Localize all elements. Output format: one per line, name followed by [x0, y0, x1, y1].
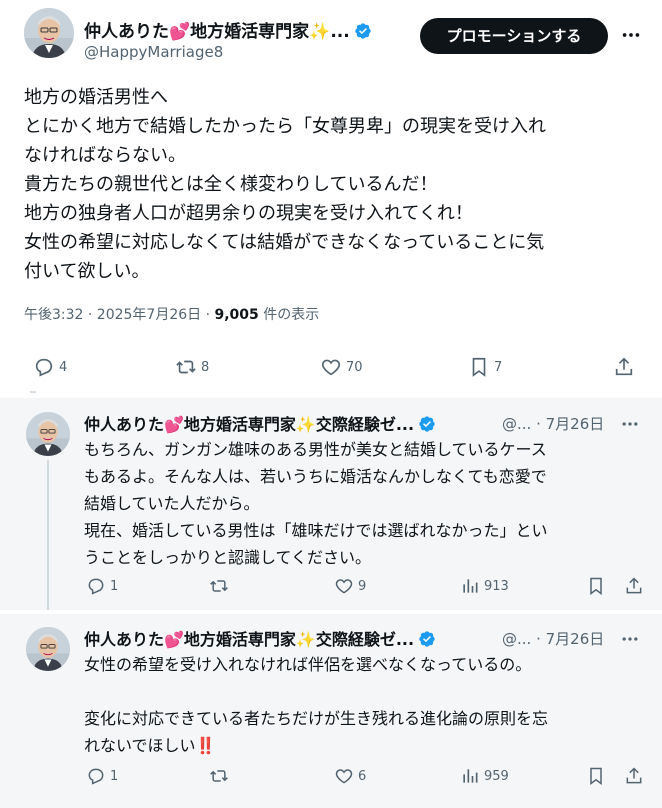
repost-button[interactable]	[209, 576, 229, 596]
share-button[interactable]	[624, 766, 644, 786]
author-name[interactable]: 仲人ありた💕地方婚活専門家✨...	[84, 17, 372, 42]
repost-icon	[176, 360, 196, 374]
post-text-line: 地方の独身者人口が超男余りの現実を受け入れてくれ！	[24, 203, 473, 224]
heart-icon	[321, 359, 341, 376]
heart-icon	[335, 769, 353, 784]
like-button[interactable]: 70	[320, 356, 363, 378]
reply-icon	[88, 768, 104, 785]
view-count: 9,005	[214, 307, 259, 323]
reply-text-line: 女性の希望を受け入れなければ伴侶を選べなくなっているの。	[84, 655, 532, 674]
post-text-line: 地方の婚活男性へ	[24, 87, 168, 108]
share-icon	[626, 577, 642, 594]
reply-text-line: うことをしっかりと認識してください。	[84, 548, 372, 567]
verified-badge-icon	[418, 415, 436, 433]
share-icon	[615, 357, 633, 376]
verified-badge-icon	[354, 22, 372, 40]
share-button[interactable]	[624, 576, 644, 596]
reply-button[interactable]: 1	[86, 766, 118, 786]
author-handle[interactable]: @HappyMarriage8	[84, 43, 223, 61]
repost-button[interactable]: 8	[175, 356, 209, 378]
bookmark-icon	[472, 357, 486, 377]
heart-icon	[335, 579, 353, 594]
reply-author-name[interactable]: 仲人ありた💕地方婚活専門家✨交際経験ゼ...	[84, 626, 436, 650]
reply-text-line: 現在、婚活している男性は「雄味だけでは選ばれなかった」とい	[84, 521, 548, 540]
post-text-line: 貴方たちの親世代とは全く様変わりしているんだ！	[24, 174, 438, 195]
promote-button[interactable]: プロモーションする	[420, 18, 608, 54]
like-count: 9	[358, 578, 367, 594]
reply-text-line: 変化に対応できている者たちだけが生き残れる進化論の原則を忘	[84, 709, 549, 728]
post-text-line: 付いて欲しい。	[24, 261, 150, 282]
reply-actions: 1 9 913	[0, 572, 662, 600]
like-count: 6	[358, 768, 367, 784]
verified-badge-icon	[418, 630, 436, 648]
repost-count: 8	[201, 359, 210, 375]
like-button[interactable]: 9	[334, 576, 366, 596]
reply-text-line: もちろん、ガンガン雄味のある男性が美女と結婚しているケース	[84, 440, 547, 459]
post-timestamp[interactable]: 午後3:32 · 2025年7月26日 ·	[24, 307, 215, 323]
reply-handle-date[interactable]: @... · 7月26日	[502, 413, 604, 434]
views-button[interactable]: 959	[460, 766, 509, 786]
bookmark-button[interactable]	[586, 576, 606, 596]
bookmark-button[interactable]: 7	[468, 356, 502, 378]
bookmark-icon	[590, 577, 602, 595]
analytics-icon	[463, 579, 478, 593]
reply-text: もちろん、ガンガン雄味のある男性が美女と結婚しているケース もあるよ。そんな人は…	[84, 436, 644, 571]
reply-text-line: 結婚していた人だから。	[84, 494, 260, 513]
repost-icon	[210, 770, 228, 782]
reply-text-line	[84, 678, 644, 705]
more-options-icon[interactable]	[620, 24, 642, 46]
views-button[interactable]: 913	[460, 576, 509, 596]
author-avatar[interactable]	[24, 8, 74, 58]
analytics-icon	[463, 769, 478, 783]
bookmark-icon	[590, 767, 602, 785]
view-count-suffix: 件の表示	[258, 307, 320, 323]
reply-author-name[interactable]: 仲人ありた💕地方婚活専門家✨交際経験ゼ...	[84, 411, 436, 435]
post-text-line: とにかく地方で結婚したかったら「女尊男卑」の現実を受け入れ	[24, 116, 546, 137]
repost-button[interactable]	[209, 766, 229, 786]
repost-icon	[210, 580, 228, 592]
reply-avatar[interactable]	[26, 627, 70, 671]
reply-button[interactable]: 4	[33, 356, 67, 378]
reply-icon	[88, 578, 104, 595]
more-options-icon[interactable]	[620, 414, 640, 434]
reply-button[interactable]: 1	[86, 576, 118, 596]
view-count: 959	[484, 768, 509, 784]
reply-count: 1	[110, 768, 119, 784]
post-meta: 午後3:32 · 2025年7月26日 · 9,005 件の表示	[24, 304, 319, 324]
post-text-line: 女性の希望に対応しなくては結婚ができなくなっていることに気	[24, 232, 545, 253]
reply-count: 1	[110, 578, 119, 594]
post-text: 地方の婚活男性へ とにかく地方で結婚したかったら「女尊男卑」の現実を受け入れ な…	[24, 83, 644, 286]
like-button[interactable]: 6	[334, 766, 366, 786]
like-count: 70	[346, 359, 363, 375]
reply-text-line: もあるよ。そんな人は、若いうちに婚活なんかしなくても恋愛で	[84, 467, 547, 486]
bookmark-count: 7	[494, 359, 503, 375]
share-button[interactable]	[613, 356, 635, 378]
reply-actions: 1 6 959	[0, 762, 662, 790]
reply-avatar[interactable]	[26, 412, 70, 456]
post-text-line: なければならない。	[24, 145, 186, 166]
post-actions: 4 8 70 7	[0, 350, 662, 386]
reply-handle-date[interactable]: @... · 7月26日	[502, 628, 604, 649]
view-count: 913	[484, 578, 509, 594]
reply-text-line: れないでほしい‼️	[84, 736, 216, 755]
reply-icon	[35, 358, 53, 377]
more-options-icon[interactable]	[620, 629, 640, 649]
bookmark-button[interactable]	[586, 766, 606, 786]
thread-dots-icon	[30, 391, 36, 393]
share-icon	[626, 767, 642, 784]
reply-text: 女性の希望を受け入れなければ伴侶を選べなくなっているの。 変化に対応できている者…	[84, 651, 644, 759]
reply-count: 4	[59, 359, 68, 375]
